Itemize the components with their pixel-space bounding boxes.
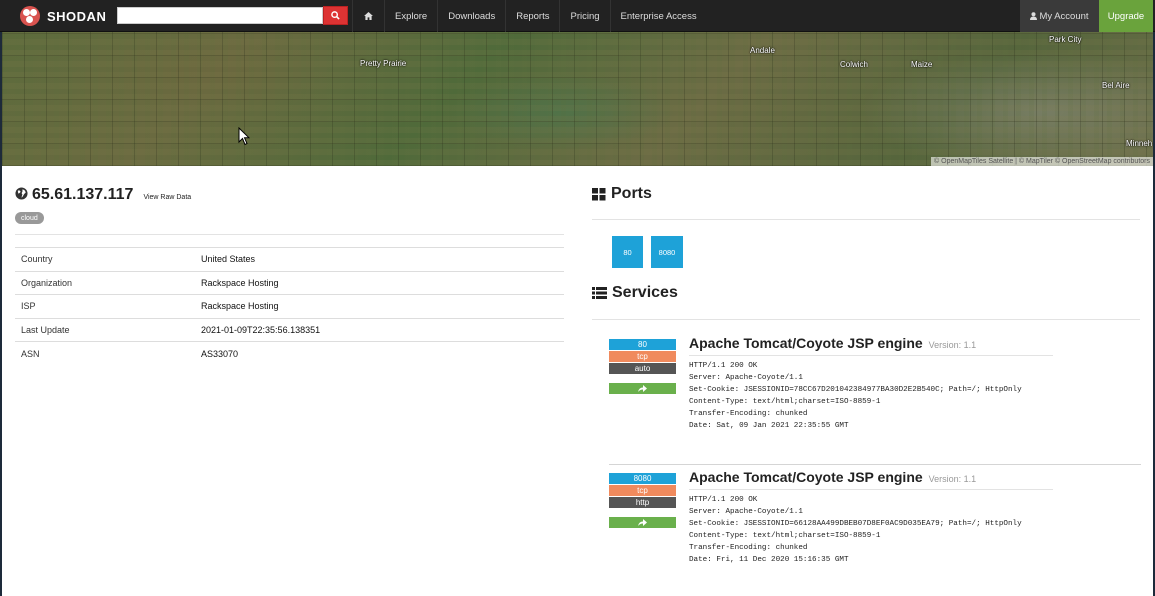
service-transport-label: tcp	[609, 485, 676, 496]
map-label: Colwich	[840, 60, 869, 69]
map-label: Pretty Prairie	[360, 59, 407, 68]
service-banner: HTTP/1.1 200 OK Server: Apache-Coyote/1.…	[689, 362, 1022, 430]
nav-reports[interactable]: Reports	[505, 0, 559, 32]
share-button[interactable]	[609, 517, 676, 528]
service-port-label[interactable]: 80	[609, 339, 676, 350]
port-link[interactable]: 8080	[651, 236, 683, 268]
table-row: Last Update 2021-01-09T22:35:56.138351	[15, 318, 564, 342]
nav-pricing[interactable]: Pricing	[559, 0, 609, 32]
services-heading: Services	[592, 284, 678, 302]
ports-heading: Ports	[592, 185, 652, 203]
table-row: ISP Rackspace Hosting	[15, 294, 564, 319]
top-navbar: Shodan Explore Downloads Reports Pricing…	[0, 0, 1155, 32]
table-row: Organization Rackspace Hosting	[15, 271, 564, 295]
map-label: Andale	[750, 46, 775, 55]
divider	[609, 464, 1141, 465]
map-label: Bel Aire	[1102, 81, 1130, 90]
row-value: Rackspace Hosting	[201, 301, 279, 312]
map-terrain	[2, 32, 1153, 166]
nav-explore[interactable]: Explore	[384, 0, 437, 32]
service-transport-label: tcp	[609, 351, 676, 362]
service-product: Apache Tomcat/Coyote JSP engine Version: …	[689, 335, 1053, 351]
service-detail: Apache Tomcat/Coyote JSP engine Version: …	[689, 335, 1053, 432]
service-port-label[interactable]: 8080	[609, 473, 676, 484]
map-label: Park City	[1049, 35, 1082, 44]
map-attribution[interactable]: © OpenMapTiles Satellite | © MapTiler © …	[931, 157, 1153, 166]
nav-enterprise-access[interactable]: Enterprise Access	[609, 0, 707, 32]
service-version: Version: 1.1	[928, 474, 977, 484]
my-account-label: My Account	[1039, 10, 1089, 22]
share-icon	[638, 519, 647, 526]
port-link[interactable]: 80	[612, 236, 643, 268]
divider	[689, 355, 1053, 356]
my-account-button[interactable]: My Account	[1020, 0, 1099, 32]
brand-name: Shodan	[47, 8, 107, 24]
row-key: ISP	[21, 301, 36, 312]
share-icon	[638, 385, 647, 392]
service-labels: 8080 tcp http	[609, 473, 676, 528]
search-input[interactable]	[117, 7, 323, 24]
row-key: Last Update	[21, 325, 70, 336]
mouse-cursor-icon	[238, 127, 250, 146]
th-large-icon	[592, 187, 606, 200]
services-title: Services	[612, 284, 678, 301]
main-nav: Explore Downloads Reports Pricing Enterp…	[352, 0, 707, 32]
host-header: 65.61.137.117 View Raw Data	[15, 186, 191, 204]
nav-downloads[interactable]: Downloads	[437, 0, 505, 32]
row-value: Rackspace Hosting	[201, 277, 279, 288]
map-label: Maize	[911, 60, 933, 69]
row-value: AS33070	[201, 348, 239, 359]
row-key: Country	[21, 254, 53, 265]
service-module-label: http	[609, 497, 676, 508]
table-row: ASN AS33070	[15, 341, 564, 366]
user-icon	[1030, 12, 1038, 20]
service-product: Apache Tomcat/Coyote JSP engine Version: …	[689, 469, 1053, 485]
nav-home[interactable]	[352, 0, 384, 32]
row-value: United States	[201, 254, 256, 265]
host-ip: 65.61.137.117	[32, 186, 134, 203]
service-module-label: auto	[609, 363, 676, 374]
location-map[interactable]: Pretty Prairie Andale Colwich Maize Park…	[2, 32, 1153, 166]
search-button[interactable]	[323, 6, 348, 25]
service-banner: HTTP/1.1 200 OK Server: Apache-Coyote/1.…	[689, 496, 1022, 564]
divider	[592, 219, 1140, 220]
search-icon	[331, 11, 340, 20]
service-labels: 80 tcp auto	[609, 339, 676, 394]
service-detail: Apache Tomcat/Coyote JSP engine Version: …	[689, 469, 1053, 566]
list-icon	[592, 287, 607, 299]
service-version: Version: 1.1	[928, 340, 977, 350]
row-value: 2021-01-09T22:35:56.138351	[201, 325, 321, 336]
share-button[interactable]	[609, 383, 676, 394]
divider	[689, 489, 1053, 490]
service-product-name: Apache Tomcat/Coyote JSP engine	[689, 469, 923, 485]
view-raw-data-link[interactable]: View Raw Data	[143, 194, 191, 201]
home-icon	[364, 12, 373, 20]
service-product-name: Apache Tomcat/Coyote JSP engine	[689, 335, 923, 351]
shodan-logo-icon	[20, 6, 40, 26]
row-key: ASN	[21, 348, 40, 359]
host-info-table: Country United States Organization Rackspa…	[15, 247, 564, 365]
host-tag[interactable]: cloud	[15, 212, 44, 224]
row-key: Organization	[21, 277, 73, 288]
divider	[592, 319, 1140, 320]
upgrade-button[interactable]: Upgrade	[1099, 0, 1153, 32]
globe-icon	[15, 187, 28, 200]
ports-title: Ports	[611, 185, 652, 202]
brand-link[interactable]: Shodan	[20, 6, 106, 26]
table-row: Country United States	[15, 247, 564, 272]
map-label: Minneh	[1126, 139, 1153, 148]
divider	[15, 234, 564, 235]
